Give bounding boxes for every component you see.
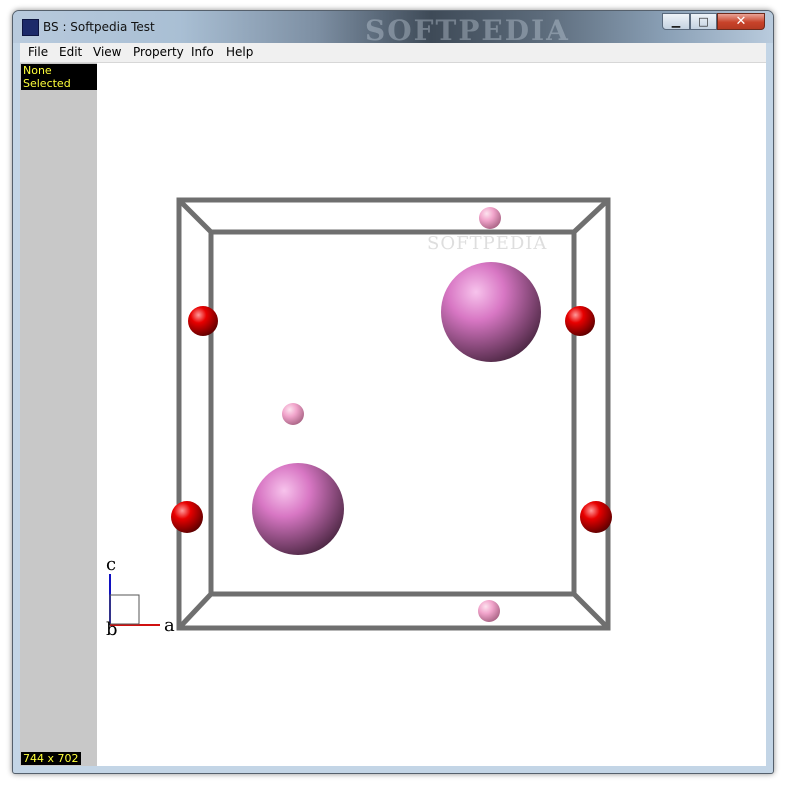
sidebar-panel: None Selected 744 x 702 (20, 63, 97, 766)
cell-edge (572, 198, 610, 234)
client-area: None Selected 744 x 702 SOFTPEDIA c b a (20, 63, 766, 766)
title-bar[interactable]: SOFTPEDIA BS : Softpedia Test ▁ □ ✕ (13, 11, 773, 47)
window-title: BS : Softpedia Test (43, 20, 155, 34)
maximize-button[interactable]: □ (690, 13, 717, 30)
viewport-size-status: 744 x 702 (21, 752, 81, 765)
axis-c-label: c (106, 554, 116, 575)
menu-file[interactable]: File (28, 44, 48, 60)
cell-edge (177, 198, 213, 234)
cell-edge (177, 592, 213, 630)
axis-a-label: a (164, 615, 175, 636)
crystal-scene[interactable]: SOFTPEDIA c b a (97, 63, 766, 766)
atom-large[interactable] (252, 463, 344, 555)
atom-red[interactable] (565, 306, 595, 336)
atom-small[interactable] (282, 403, 304, 425)
app-icon[interactable] (22, 19, 39, 36)
atom-red[interactable] (188, 306, 218, 336)
3d-viewport[interactable]: SOFTPEDIA c b a (97, 63, 766, 766)
maximize-icon: □ (698, 15, 709, 28)
atom-small[interactable] (478, 600, 500, 622)
scene-watermark: SOFTPEDIA (427, 233, 547, 254)
axis-b-label: b (106, 619, 118, 640)
cell-outer-face (176, 197, 611, 631)
minimize-button[interactable]: ▁ (662, 13, 690, 30)
close-icon: ✕ (735, 14, 747, 29)
axis-indicator: c b a (106, 554, 175, 640)
unit-cell-frame (176, 197, 611, 631)
menu-help[interactable]: Help (226, 44, 253, 60)
menu-property[interactable]: Property (133, 44, 184, 60)
atom-red[interactable] (171, 501, 203, 533)
app-window: SOFTPEDIA BS : Softpedia Test ▁ □ ✕ File… (12, 10, 774, 774)
close-button[interactable]: ✕ (717, 13, 765, 30)
menu-view[interactable]: View (93, 44, 121, 60)
atom-small[interactable] (479, 207, 501, 229)
cell-edge (572, 592, 610, 630)
minimize-icon: ▁ (671, 15, 681, 28)
selection-status: None Selected (21, 64, 97, 90)
atom-large[interactable] (441, 262, 541, 362)
menu-edit[interactable]: Edit (59, 44, 82, 60)
menu-info[interactable]: Info (191, 44, 214, 60)
menu-bar: File Edit View Property Info Help (20, 43, 766, 63)
atom-red[interactable] (580, 501, 612, 533)
